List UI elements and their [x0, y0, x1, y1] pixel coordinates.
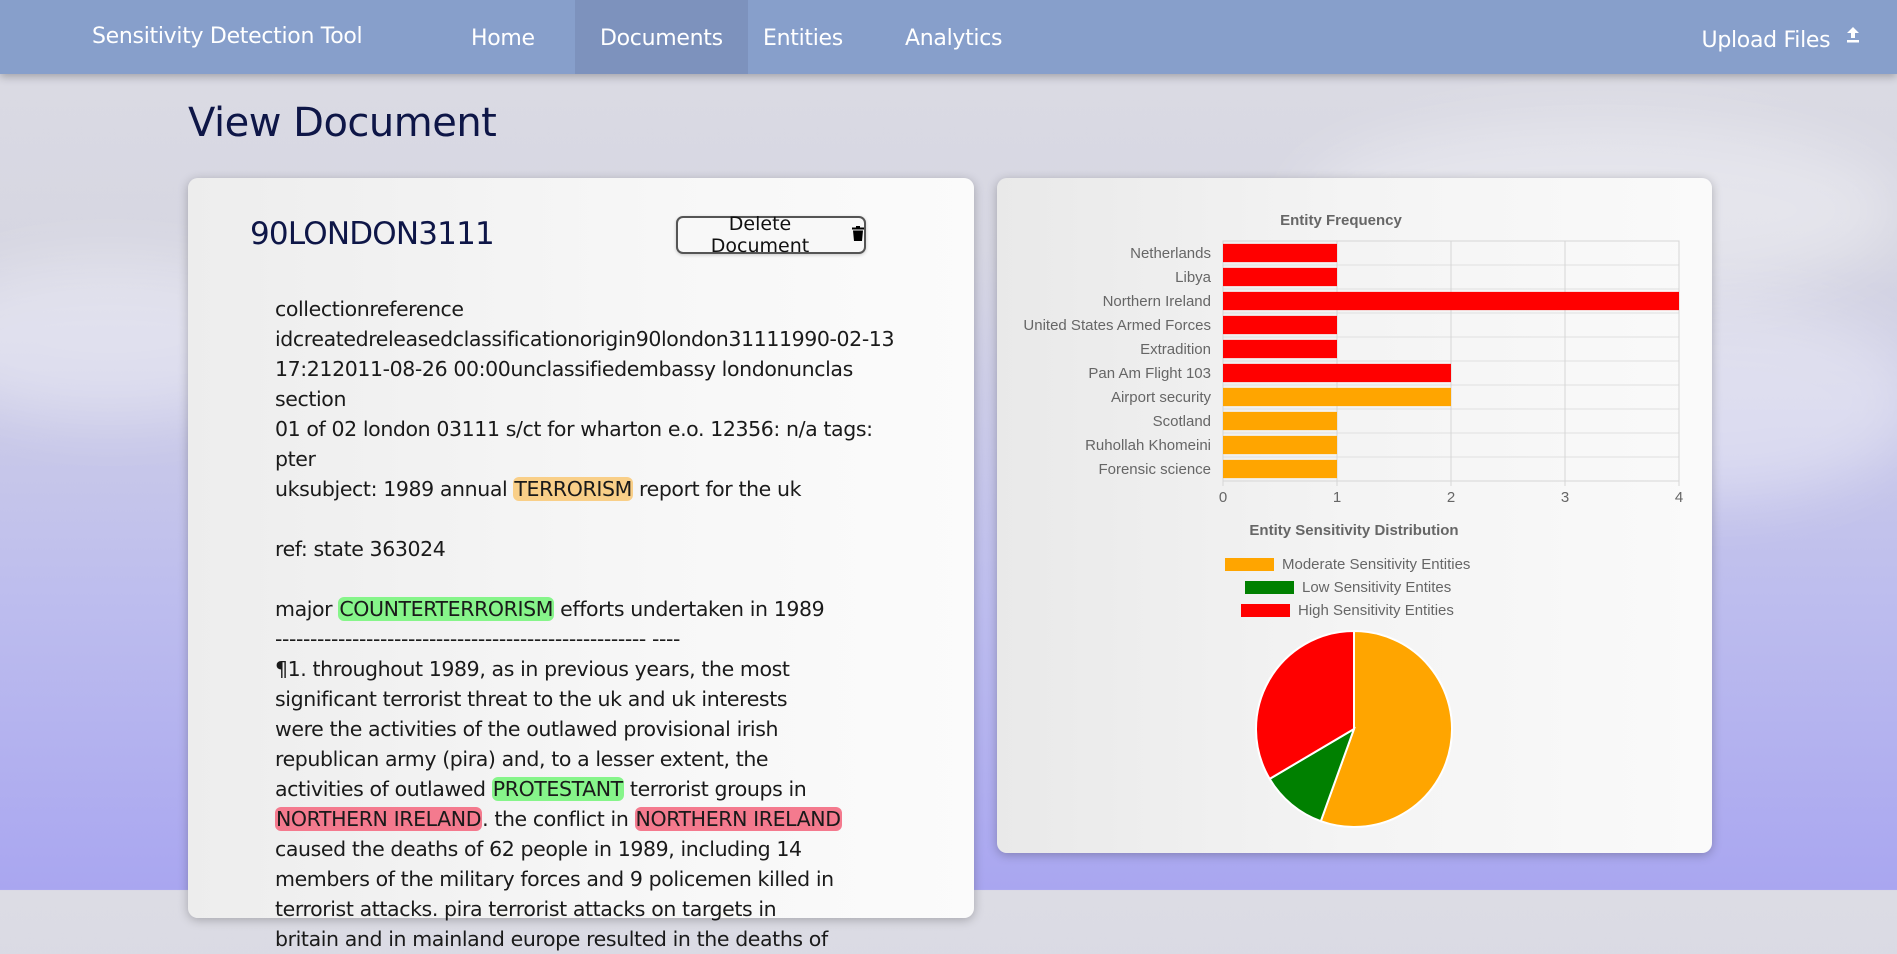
document-text: significant terrorist threat to the uk a… [275, 687, 788, 711]
document-text: republican army (pira) and, to a lesser … [275, 747, 769, 771]
document-text: 01 of 02 london 03111 s/ct for wharton e… [275, 417, 873, 471]
nav-entities[interactable]: Entities [738, 0, 868, 74]
document-paragraph: collectionreference idcreatedreleasedclas… [275, 294, 915, 504]
upload-files-label: Upload Files [1701, 28, 1831, 53]
entity-highlight-moderate[interactable]: TERRORISM [513, 477, 633, 501]
y-category-label: Scotland [1153, 413, 1211, 430]
document-text: terrorist groups in [623, 777, 807, 801]
entity-highlight-high[interactable]: NORTHERN IRELAND [275, 807, 483, 831]
document-name: 90LONDON3111 [250, 216, 495, 252]
document-text: . the conflict in [482, 807, 635, 831]
bar-chart-title: Entity Frequency [1280, 212, 1402, 229]
y-category-label: Libya [1175, 269, 1212, 286]
pie-legend-swatch [1241, 604, 1290, 617]
brand-title[interactable]: Sensitivity Detection Tool [92, 24, 363, 49]
document-text: ref: state 363024 [275, 537, 446, 561]
document-text: terrorist attacks. pira terrorist attack… [275, 897, 777, 921]
y-category-label: United States Armed Forces [1023, 317, 1211, 334]
y-category-label: Ruhollah Khomeini [1085, 437, 1211, 454]
document-text: collectionreference [275, 297, 464, 321]
delete-document-button[interactable]: Delete Document [676, 213, 866, 257]
document-text: efforts undertaken in 1989 [554, 597, 825, 621]
pie-legend-label: Low Sensitivity Entites [1302, 579, 1451, 596]
document-text: major [275, 597, 339, 621]
frequency-bar [1223, 315, 1337, 335]
frequency-bar [1223, 387, 1451, 407]
pie-legend-label: Moderate Sensitivity Entities [1282, 556, 1470, 573]
upload-files-button[interactable]: Upload Files [1702, 24, 1859, 53]
entity-highlight-low[interactable]: COUNTERTERRORISM [338, 597, 555, 621]
frequency-bar [1223, 411, 1337, 431]
pie-legend-swatch [1245, 581, 1294, 594]
document-card: 90LONDON3111 Delete Document collectionr… [188, 178, 974, 951]
pie-legend-label: High Sensitivity Entities [1298, 602, 1454, 619]
frequency-bar [1223, 291, 1679, 311]
document-text: ----------------------------------------… [275, 627, 680, 651]
nav-home[interactable]: Home [446, 0, 560, 74]
nav-documents[interactable]: Documents [575, 0, 748, 74]
delete-document-label: Delete Document [710, 213, 810, 257]
document-text: were the activities of the outlawed prov… [275, 717, 779, 741]
document-text: activities of outlawed [275, 777, 492, 801]
y-category-label: Forensic science [1098, 461, 1211, 478]
trash-icon [852, 224, 864, 246]
charts-canvas: Entity Frequency 0 1 2 3 4 Netherlands Libya Nor… [1023, 212, 1683, 828]
frequency-bar [1223, 363, 1451, 383]
document-text: 17:212011-08-26 00:00unclassifiedembassy… [275, 357, 853, 411]
frequency-bar [1223, 435, 1337, 455]
document-text: caused the deaths of 62 people in 1989, … [275, 837, 802, 861]
frequency-bar [1223, 267, 1337, 287]
document-paragraph: major COUNTERTERRORISM efforts undertake… [275, 594, 915, 954]
document-body: collectionreference idcreatedreleasedclas… [275, 294, 915, 954]
x-tick-label: 2 [1447, 489, 1455, 506]
top-navbar: Sensitivity Detection Tool Home Document… [0, 0, 1897, 74]
y-category-label: Netherlands [1130, 245, 1211, 262]
document-text: report for the uk [632, 477, 802, 501]
x-tick-label: 1 [1333, 489, 1341, 506]
document-paragraph: ref: state 363024 [275, 534, 915, 564]
y-category-label: Extradition [1140, 341, 1211, 358]
chart-card: Entity Frequency 0 1 2 3 4 Netherlands Libya Nor… [997, 178, 1712, 853]
x-tick-label: 0 [1219, 489, 1227, 506]
document-text: members of the military forces and 9 pol… [275, 867, 834, 891]
document-text: uksubject: 1989 annual [275, 477, 514, 501]
x-tick-label: 3 [1561, 489, 1569, 506]
upload-icon [1847, 24, 1859, 49]
frequency-bar [1223, 339, 1337, 359]
x-tick-label: 4 [1675, 489, 1683, 506]
pie-legend-swatch [1225, 558, 1274, 571]
pie-chart-title: Entity Sensitivity Distribution [1249, 522, 1458, 539]
frequency-bar [1223, 243, 1337, 263]
document-text: britain and in mainland europe resulted … [275, 927, 828, 951]
entity-highlight-low[interactable]: PROTESTANT [491, 777, 624, 801]
y-category-label: Northern Ireland [1103, 293, 1211, 310]
document-text: idcreatedreleasedclassificationorigin90l… [275, 327, 895, 351]
document-text: ¶1. throughout 1989, as in previous year… [275, 657, 790, 681]
y-category-label: Airport security [1111, 389, 1212, 406]
page-title: View Document [188, 100, 497, 146]
y-category-label: Pan Am Flight 103 [1088, 365, 1211, 382]
nav-analytics[interactable]: Analytics [880, 0, 1027, 74]
entity-highlight-high[interactable]: NORTHERN IRELAND [634, 807, 842, 831]
frequency-bar [1223, 459, 1337, 479]
